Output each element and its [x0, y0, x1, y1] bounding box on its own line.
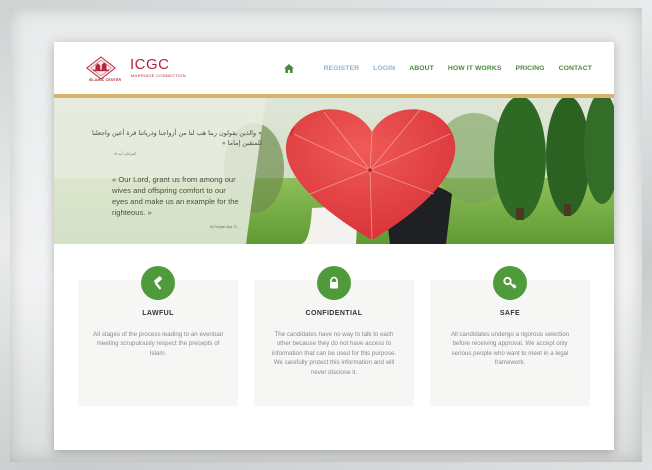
hero-banner: « والذين يقولون ربنا هب لنا من أزواجنا و… [54, 98, 614, 244]
nav-login[interactable]: LOGIN [373, 65, 395, 72]
feature-text: All stages of the process leading to an … [93, 331, 223, 357]
nav-register[interactable]: REGISTER [324, 65, 360, 72]
gavel-icon [141, 266, 175, 300]
nav-contact[interactable]: CONTACT [559, 65, 592, 72]
logo-title: ICGC [130, 56, 170, 73]
feature-card-safe: SAFE All candidates undergo a rigorous s… [430, 266, 590, 406]
hero-image [54, 98, 614, 244]
features-section: LAWFUL All stages of the process leading… [54, 244, 614, 450]
feature-title: LAWFUL [142, 310, 174, 317]
feature-card-confidential: CONFIDENTIAL The candidates have no way … [254, 266, 414, 406]
hero-quote: « Our Lord, grant us from among our wive… [112, 175, 239, 217]
feature-text: The candidates have no way to talk to ea… [271, 331, 397, 376]
feature-card-lawful: LAWFUL All stages of the process leading… [78, 266, 238, 406]
lock-icon [317, 266, 351, 300]
main-nav: REGISTER LOGIN ABOUT HOW IT WORKS PRICIN… [283, 64, 592, 73]
logo-subtitle: ISLAMIC CENTER [88, 78, 122, 82]
nav-about[interactable]: ABOUT [409, 65, 434, 72]
site-header: ISLAMIC CENTER ICGC MARRIAGE CONNECTION … [54, 42, 614, 94]
website-page: ISLAMIC CENTER ICGC MARRIAGE CONNECTION … [54, 42, 614, 450]
hero-quote-reference: Al-Furqan Aya 74 [210, 225, 237, 229]
feature-text: All candidates undergo a rigorous select… [450, 331, 570, 367]
nav-how-it-works[interactable]: HOW IT WORKS [448, 65, 502, 72]
site-logo[interactable]: ISLAMIC CENTER ICGC MARRIAGE CONNECTION [86, 53, 216, 83]
nav-pricing[interactable]: PRICING [516, 65, 545, 72]
hero-arabic-verse: « والذين يقولون ربنا هب لنا من أزواجنا و… [92, 129, 262, 147]
hero-arabic-reference: الفرقان، آية ٧٤ [114, 152, 136, 156]
feature-title: CONFIDENTIAL [305, 310, 363, 317]
logo-tagline: MARRIAGE CONNECTION [131, 73, 187, 78]
feature-title: SAFE [499, 310, 521, 317]
key-icon [493, 266, 527, 300]
home-icon[interactable] [283, 64, 294, 73]
